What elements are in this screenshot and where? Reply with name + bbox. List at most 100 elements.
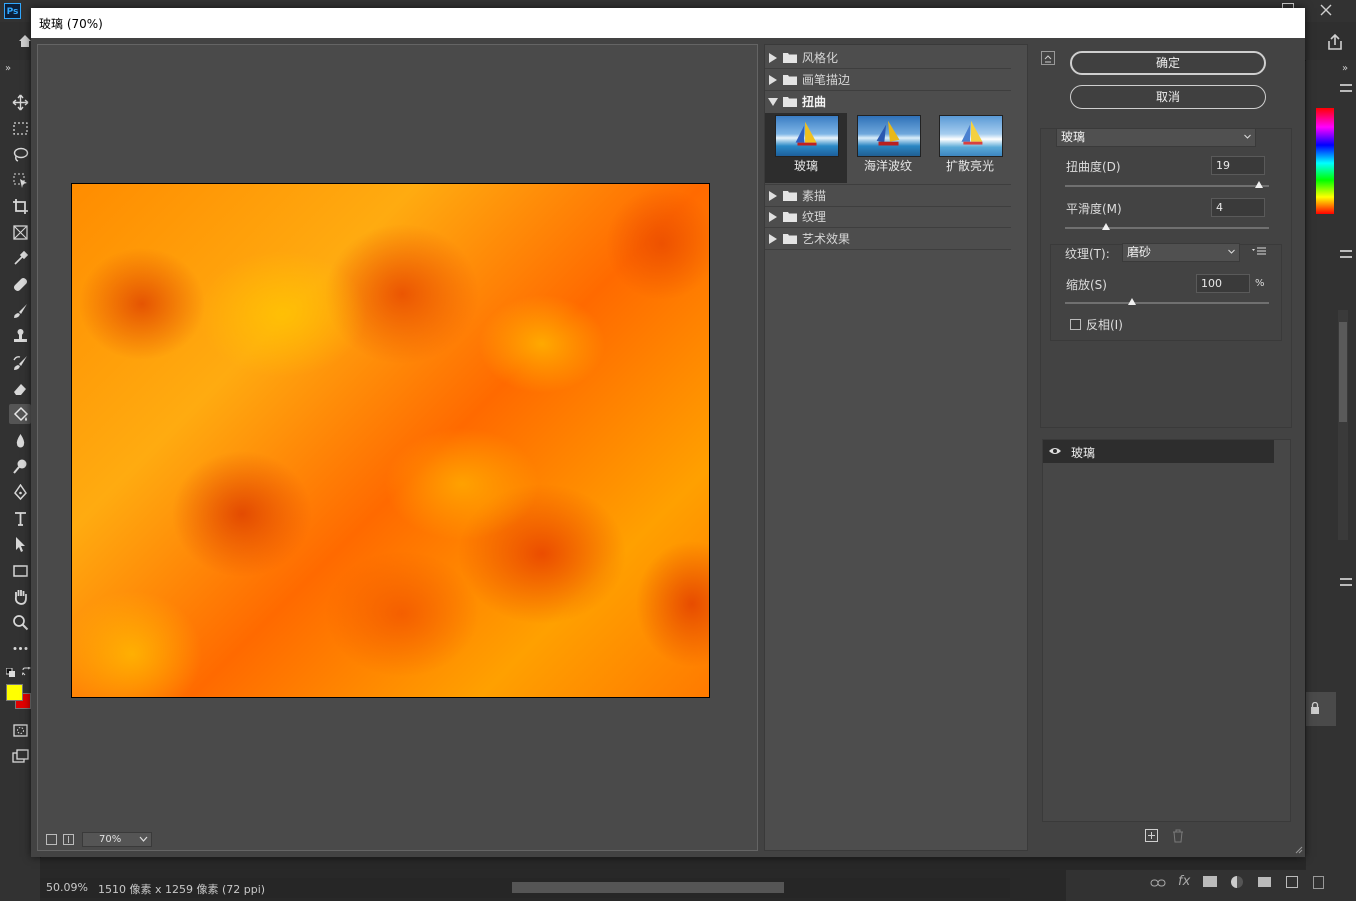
dialog-titlebar[interactable]: 玻璃 (70%) (31, 8, 1305, 38)
panel-menu-icon[interactable] (1340, 250, 1352, 258)
filter-folder-label: 画笔描边 (802, 73, 851, 87)
zoom-out-button[interactable] (46, 834, 57, 845)
pen-tool-icon[interactable] (9, 482, 31, 502)
group-folder-icon[interactable] (1258, 877, 1271, 887)
distortion-input[interactable]: 19 (1211, 156, 1265, 175)
filter-select[interactable]: 玻璃 (1056, 128, 1256, 147)
filter-folder-texture[interactable]: 纹理 (765, 206, 1011, 228)
quick-mask-icon[interactable] (9, 720, 31, 740)
filter-thumb-label: 海洋波纹 (863, 159, 912, 173)
blur-tool-icon[interactable] (9, 430, 31, 450)
smoothness-input[interactable]: 4 (1211, 198, 1265, 217)
filter-thumbnail-image (857, 115, 921, 157)
filter-folder-brush-strokes[interactable]: 画笔描边 (765, 69, 1011, 91)
distortion-label: 扭曲度(D) (1066, 160, 1121, 174)
texture-select[interactable]: 磨砂 (1122, 243, 1240, 262)
eraser-tool-icon[interactable] (9, 378, 31, 398)
panel-menu-icon[interactable] (1340, 578, 1352, 586)
home-icon[interactable] (18, 34, 32, 48)
marquee-tool-icon[interactable] (9, 118, 31, 138)
delete-effect-layer-icon[interactable] (1172, 829, 1184, 843)
zoom-value: 70% (99, 834, 122, 845)
collapse-gallery-button[interactable] (1041, 51, 1055, 65)
lock-icon (1310, 702, 1320, 714)
new-layer-icon[interactable] (1286, 876, 1298, 888)
zoom-in-button[interactable] (63, 834, 74, 845)
fx-icon[interactable]: fx (1178, 874, 1190, 889)
healing-brush-tool-icon[interactable] (9, 274, 31, 294)
scale-slider-thumb[interactable] (1128, 298, 1137, 305)
status-zoom[interactable]: 50.09% (46, 881, 88, 894)
panel-scroll-thumb[interactable] (1339, 322, 1347, 422)
brush-tool-icon[interactable] (9, 300, 31, 320)
type-tool-icon[interactable] (9, 508, 31, 528)
foreground-color-swatch[interactable] (6, 684, 23, 701)
status-doc-info[interactable]: 1510 像素 x 1259 像素 (72 ppi) (98, 881, 265, 897)
layer-mask-icon[interactable] (1203, 876, 1217, 887)
window-close-icon[interactable] (1318, 2, 1334, 18)
filter-folder-artistic[interactable]: 艺术效果 (765, 228, 1011, 250)
screen-mode-icon[interactable] (9, 746, 31, 766)
scale-slider[interactable] (1065, 302, 1269, 304)
filter-folder-sketch[interactable]: 素描 (765, 184, 1011, 207)
delete-layer-icon[interactable] (1313, 876, 1324, 889)
filter-thumb-diffuse-glow[interactable]: 扩散亮光 (929, 113, 1011, 183)
path-selection-tool-icon[interactable] (9, 534, 31, 554)
ps-right-panels: » (1306, 60, 1356, 901)
filter-thumb-ocean-ripple[interactable]: 海洋波纹 (847, 113, 929, 183)
distortion-slider-thumb[interactable] (1254, 181, 1263, 188)
move-tool-icon[interactable] (9, 92, 31, 112)
swap-colors-icon[interactable] (22, 667, 31, 676)
smoothness-label: 平滑度(M) (1066, 202, 1122, 216)
filter-thumb-label: 扩散亮光 (945, 159, 994, 173)
history-brush-tool-icon[interactable] (9, 352, 31, 372)
folder-icon (783, 234, 797, 244)
folder-icon (783, 191, 797, 201)
filter-folder-stylize[interactable]: 风格化 (765, 47, 1011, 69)
panel-collapse-icon[interactable]: » (1342, 63, 1348, 74)
dodge-tool-icon[interactable] (9, 456, 31, 476)
expand-arrow-icon (769, 52, 777, 63)
lasso-tool-icon[interactable] (9, 144, 31, 164)
color-spectrum-slider[interactable] (1316, 108, 1334, 214)
panel-menu-icon[interactable] (1340, 84, 1352, 92)
zoom-tool-icon[interactable] (9, 612, 31, 632)
cancel-button[interactable]: 取消 (1070, 85, 1266, 109)
folder-icon (783, 75, 797, 85)
invert-checkbox[interactable] (1070, 319, 1081, 330)
scale-input[interactable]: 100 (1196, 274, 1250, 293)
filter-thumb-glass[interactable]: 玻璃 (765, 113, 847, 183)
more-tools-icon[interactable] (9, 638, 31, 658)
filter-folder-label: 艺术效果 (802, 232, 851, 246)
eyedropper-tool-icon[interactable] (9, 248, 31, 268)
crop-tool-icon[interactable] (9, 196, 31, 216)
resize-grip-icon[interactable] (1293, 844, 1303, 854)
distortion-slider[interactable] (1065, 185, 1269, 187)
toolbar-collapse-icon[interactable]: » (5, 63, 11, 74)
object-select-tool-icon[interactable] (9, 170, 31, 190)
new-effect-layer-icon[interactable] (1145, 829, 1158, 842)
filter-folder-distort[interactable]: 扭曲 (765, 91, 1011, 112)
visibility-eye-icon[interactable] (1048, 446, 1062, 456)
expand-arrow-icon (769, 190, 777, 201)
filter-thumbnail-image (939, 115, 1003, 157)
preview-pane[interactable]: 70% (37, 44, 758, 851)
zoom-select[interactable]: 70% (82, 832, 152, 847)
rectangle-tool-icon[interactable] (9, 560, 31, 580)
preview-image[interactable] (71, 183, 710, 698)
share-icon[interactable] (1326, 34, 1344, 50)
ok-button[interactable]: 确定 (1070, 51, 1266, 75)
default-colors-icon[interactable] (6, 668, 15, 677)
link-layers-icon[interactable] (1150, 878, 1166, 888)
horizontal-scrollbar-thumb[interactable] (512, 882, 784, 893)
frame-tool-icon[interactable] (9, 222, 31, 242)
smoothness-slider-thumb[interactable] (1101, 223, 1110, 230)
adjustment-layer-icon[interactable] (1231, 876, 1243, 888)
texture-label: 纹理(T): (1065, 247, 1110, 261)
layers-panel-footer: fx (1066, 870, 1356, 901)
hand-tool-icon[interactable] (9, 586, 31, 606)
texture-menu-icon[interactable] (1252, 247, 1266, 257)
stamp-tool-icon[interactable] (9, 326, 31, 346)
smoothness-slider[interactable] (1065, 227, 1269, 229)
paint-bucket-tool-icon[interactable] (9, 404, 31, 424)
